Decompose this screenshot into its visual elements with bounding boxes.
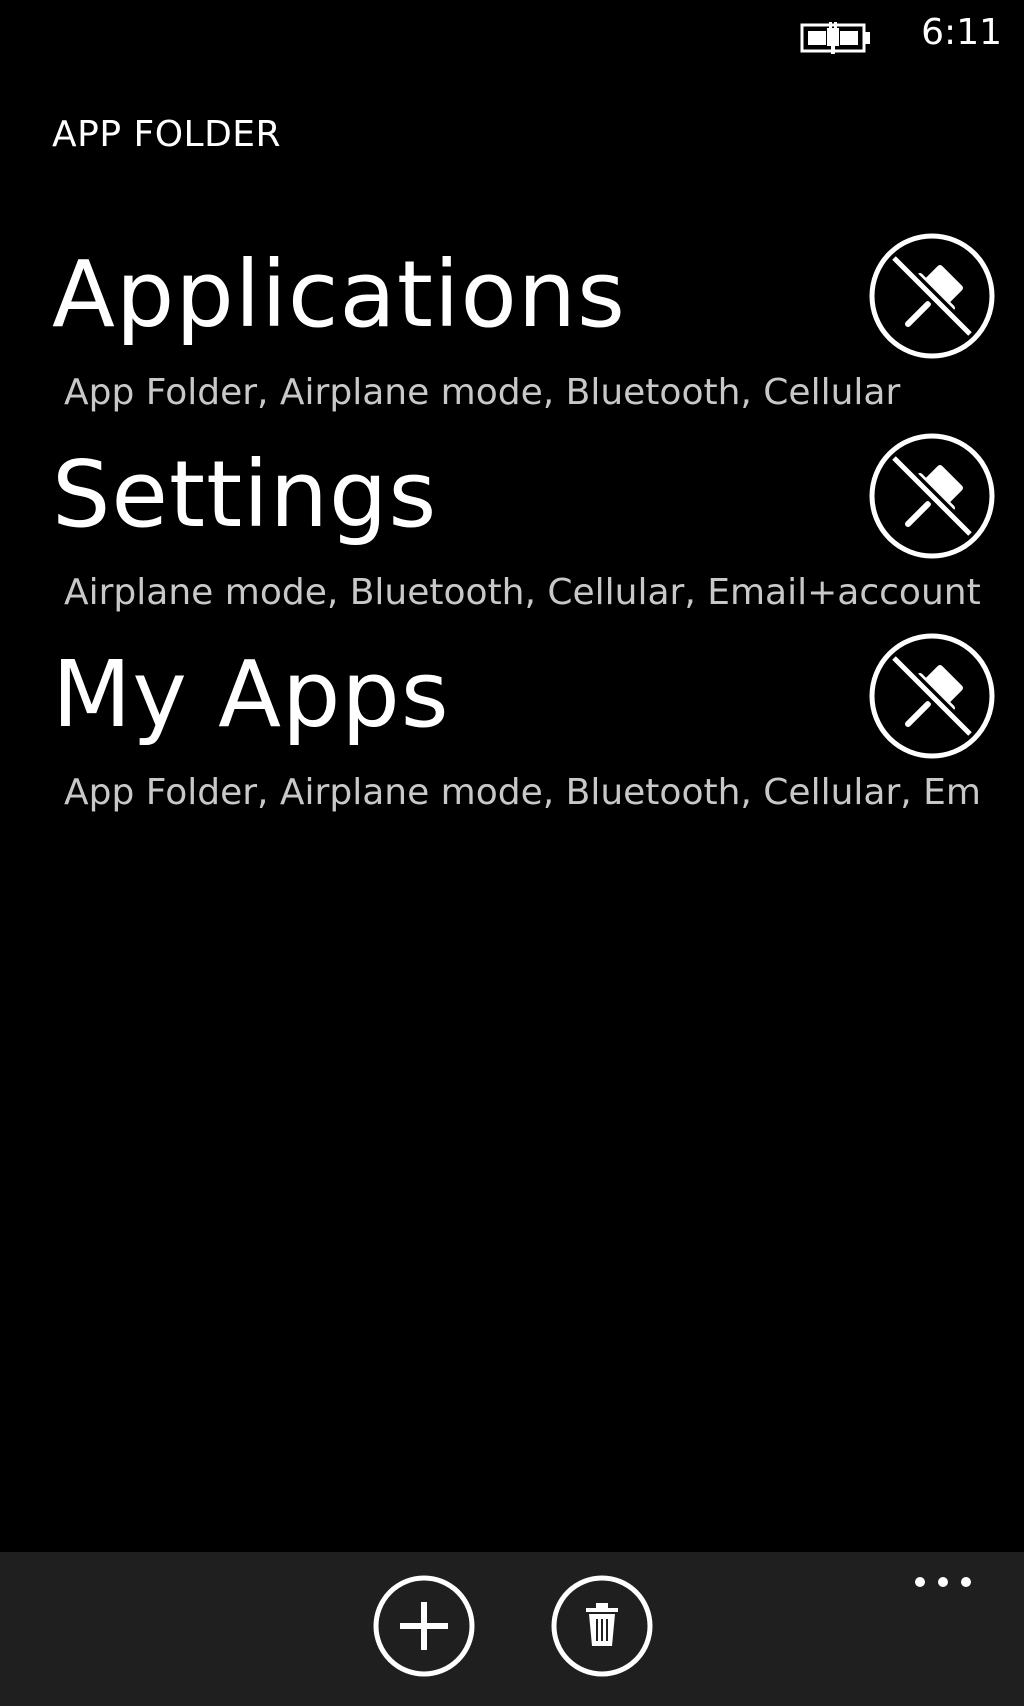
delete-button[interactable] [550, 1574, 654, 1678]
battery-charging-icon [800, 22, 870, 54]
folder-item-applications[interactable]: Applications App Folder, Airplane mode, … [0, 232, 1024, 432]
add-icon [373, 1575, 475, 1677]
folder-name: My Apps [52, 641, 450, 748]
unpin-button[interactable] [868, 632, 996, 760]
folder-item-settings[interactable]: Settings Airplane mode, Bluetooth, Cellu… [0, 432, 1024, 632]
status-bar: 6:11 [0, 0, 1024, 72]
folder-name: Settings [52, 441, 438, 548]
folder-name: Applications [52, 241, 626, 348]
unpin-button[interactable] [868, 432, 996, 560]
add-button[interactable] [372, 1574, 476, 1678]
clock: 6:11 [921, 12, 1002, 53]
folder-item-my-apps[interactable]: My Apps App Folder, Airplane mode, Bluet… [0, 632, 1024, 832]
delete-icon [551, 1575, 653, 1677]
unpin-button[interactable] [868, 232, 996, 360]
folder-apps-list: Airplane mode, Bluetooth, Cellular, Emai… [64, 572, 981, 613]
unpin-icon [869, 233, 995, 359]
unpin-icon [869, 633, 995, 759]
page-title: APP FOLDER [52, 114, 282, 155]
folder-apps-list: App Folder, Airplane mode, Bluetooth, Ce… [64, 372, 901, 413]
application-bar [0, 1552, 1024, 1706]
more-button[interactable] [908, 1562, 978, 1602]
folder-apps-list: App Folder, Airplane mode, Bluetooth, Ce… [64, 772, 981, 813]
ellipsis-icon [915, 1577, 971, 1587]
folder-list: Applications App Folder, Airplane mode, … [0, 232, 1024, 832]
unpin-icon [869, 433, 995, 559]
